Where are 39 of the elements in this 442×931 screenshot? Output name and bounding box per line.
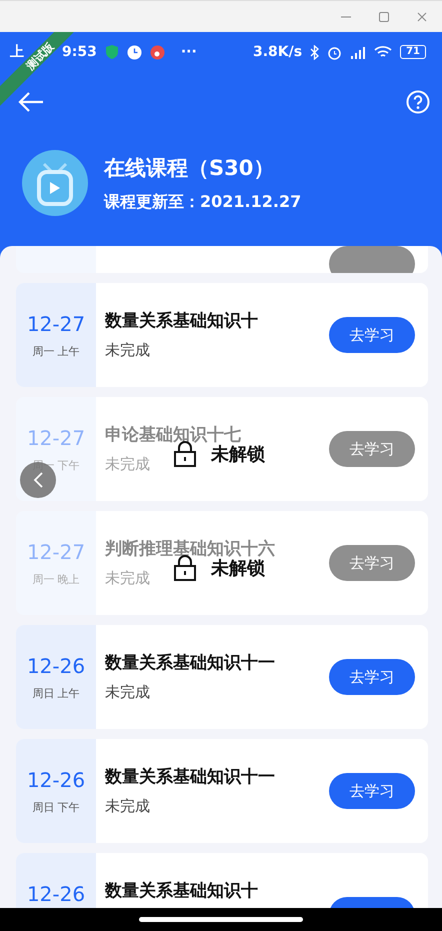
study-button[interactable]: 去学习 — [329, 317, 415, 353]
lesson-status: 未完成 — [105, 455, 151, 475]
lesson-title: 判断推理基础知识十六 — [105, 538, 276, 559]
status-time-prefix: 上 — [10, 43, 24, 61]
network-speed: 3.8K/s — [252, 44, 302, 60]
lesson-date: 12-27 — [26, 426, 86, 450]
lesson-title: 申论基础知识十七 — [105, 424, 242, 445]
ribbon-label: 测试版 — [24, 39, 57, 73]
status-time: 9:53 — [62, 44, 97, 60]
lesson-title: 数量关系基础知识十 — [105, 310, 259, 331]
lesson-date: 12-27 — [26, 312, 86, 336]
lesson-status: 未完成 — [105, 797, 151, 817]
lesson-date: 12-26 — [26, 882, 86, 906]
lesson-status: 未完成 — [105, 683, 151, 703]
lesson-title: 数量关系基础知识十 — [105, 880, 259, 901]
more-notifications: ··· — [180, 44, 197, 60]
lesson-card[interactable]: 12-27 周一 上午 数量关系基础知识十 未完成 去学习 — [16, 283, 428, 387]
lesson-card[interactable]: 12-26 数量关系基础知识十 — [16, 853, 428, 908]
lesson-title: 数量关系基础知识十一 — [105, 766, 276, 787]
lesson-weekday: 周日 上午 — [32, 686, 80, 700]
battery-indicator: 71 — [400, 45, 426, 59]
lesson-weekday: 周一 晚上 — [32, 572, 80, 586]
lesson-date: 12-26 — [26, 768, 86, 792]
lesson-card[interactable]: 12-27 周一 晚上 判断推理基础知识十六 未完成 未解锁 去学习 — [16, 511, 428, 615]
course-update-date: 课程更新至：2021.12.27 — [104, 192, 302, 212]
lesson-date: 12-26 — [26, 654, 86, 678]
lesson-title: 数量关系基础知识十一 — [105, 652, 276, 673]
lesson-weekday: 周日 下午 — [32, 800, 80, 814]
lesson-date: 12-27 — [26, 540, 86, 564]
lesson-card[interactable]: 12-26 周日 下午 数量关系基础知识十一 未完成 去学习 — [16, 739, 428, 843]
locked-label: 未解锁 — [211, 443, 265, 466]
lesson-card[interactable]: 12-26 周日 上午 数量关系基础知识十一 未完成 去学习 — [16, 625, 428, 729]
study-button[interactable]: 去学习 — [329, 773, 415, 809]
course-title: 在线课程（S30） — [104, 154, 276, 182]
lesson-status: 未完成 — [105, 569, 151, 589]
lesson-weekday: 周一 上午 — [32, 344, 80, 358]
study-button[interactable]: 去学习 — [329, 659, 415, 695]
lesson-status: 未完成 — [105, 341, 151, 361]
locked-label: 未解锁 — [211, 557, 265, 580]
